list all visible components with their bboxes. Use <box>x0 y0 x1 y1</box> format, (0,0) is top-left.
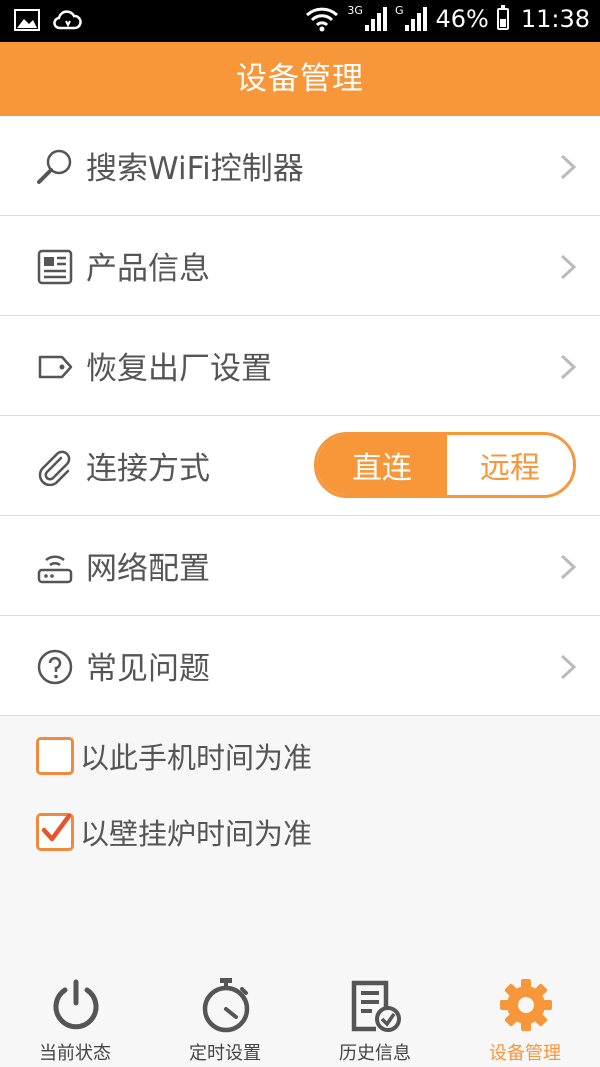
menu-item-label: 恢复出厂设置 <box>86 351 272 387</box>
signal-icon <box>364 7 387 31</box>
menu-item-connection-mode: 连接方式 直连 远程 <box>0 416 600 516</box>
menu-item-label: 常见问题 <box>86 651 210 687</box>
chevron-right-icon <box>560 354 577 380</box>
menu-item-network-config[interactable]: 网络配置 <box>0 516 600 616</box>
settings-menu: 搜索WiFi控制器 产品信息 恢复出厂设置 连接方式 直连 远程 网络配置 常见… <box>0 116 600 716</box>
menu-item-label: 网络配置 <box>86 551 210 587</box>
network-g-label: G <box>394 3 404 17</box>
connection-mode-toggle[interactable]: 直连 远程 <box>314 432 576 498</box>
nav-label: 当前状态 <box>39 1043 111 1064</box>
chevron-right-icon <box>560 554 577 580</box>
menu-item-product-info[interactable]: 产品信息 <box>0 216 600 316</box>
menu-item-factory-reset[interactable]: 恢复出厂设置 <box>0 316 600 416</box>
status-bar: 3G G 46% 11:38 <box>0 0 600 42</box>
chevron-right-icon <box>560 654 577 680</box>
bottom-nav: 当前状态 定时设置 历史信息 设备管理 <box>0 965 600 1067</box>
nav-item-history[interactable]: 历史信息 <box>300 965 450 1067</box>
nav-item-device-management[interactable]: 设备管理 <box>450 965 600 1067</box>
stopwatch-icon <box>202 978 250 1033</box>
nav-item-timer-settings[interactable]: 定时设置 <box>150 965 300 1067</box>
toggle-option-remote[interactable]: 远程 <box>447 435 573 495</box>
paperclip-icon <box>38 450 71 486</box>
menu-item-faq[interactable]: 常见问题 <box>0 616 600 716</box>
document-icon <box>37 249 73 285</box>
wifi-icon <box>306 7 339 32</box>
battery-percent: 46% <box>435 5 489 33</box>
nav-label: 定时设置 <box>189 1043 261 1064</box>
gear-icon <box>500 979 552 1031</box>
menu-item-search-wifi[interactable]: 搜索WiFi控制器 <box>0 116 600 216</box>
clock: 11:38 <box>520 5 590 33</box>
checkbox-row-phone-time[interactable]: 以此手机时间为准 <box>36 735 312 777</box>
checkbox-row-boiler-time[interactable]: 以壁挂炉时间为准 <box>36 811 312 853</box>
checkmark-icon <box>41 813 72 842</box>
battery-icon <box>496 5 509 30</box>
chevron-right-icon <box>560 254 577 280</box>
search-icon <box>37 149 72 184</box>
nav-item-current-status[interactable]: 当前状态 <box>0 965 150 1067</box>
chevron-right-icon <box>560 154 577 180</box>
nav-label: 历史信息 <box>339 1043 411 1064</box>
cloud-sync-icon <box>53 10 82 30</box>
power-icon <box>53 979 99 1030</box>
signal-icon-2 <box>405 7 428 31</box>
menu-item-label: 产品信息 <box>86 251 210 287</box>
gallery-icon <box>14 9 40 31</box>
phone-time-checkbox[interactable] <box>36 737 74 775</box>
checkbox-label: 以此手机时间为准 <box>80 741 313 775</box>
nav-label: 设备管理 <box>489 1043 561 1064</box>
question-icon <box>37 649 73 685</box>
checkbox-label: 以壁挂炉时间为准 <box>80 817 313 851</box>
router-icon <box>37 555 73 584</box>
page-title: 设备管理 <box>0 42 600 116</box>
menu-item-label: 连接方式 <box>86 451 210 487</box>
tag-icon <box>38 355 73 379</box>
menu-item-label: 搜索WiFi控制器 <box>86 151 304 187</box>
history-document-icon <box>351 980 401 1032</box>
toggle-option-direct[interactable]: 直连 <box>317 435 447 495</box>
network-3g-label: 3G <box>347 3 363 17</box>
boiler-time-checkbox[interactable] <box>36 813 74 851</box>
